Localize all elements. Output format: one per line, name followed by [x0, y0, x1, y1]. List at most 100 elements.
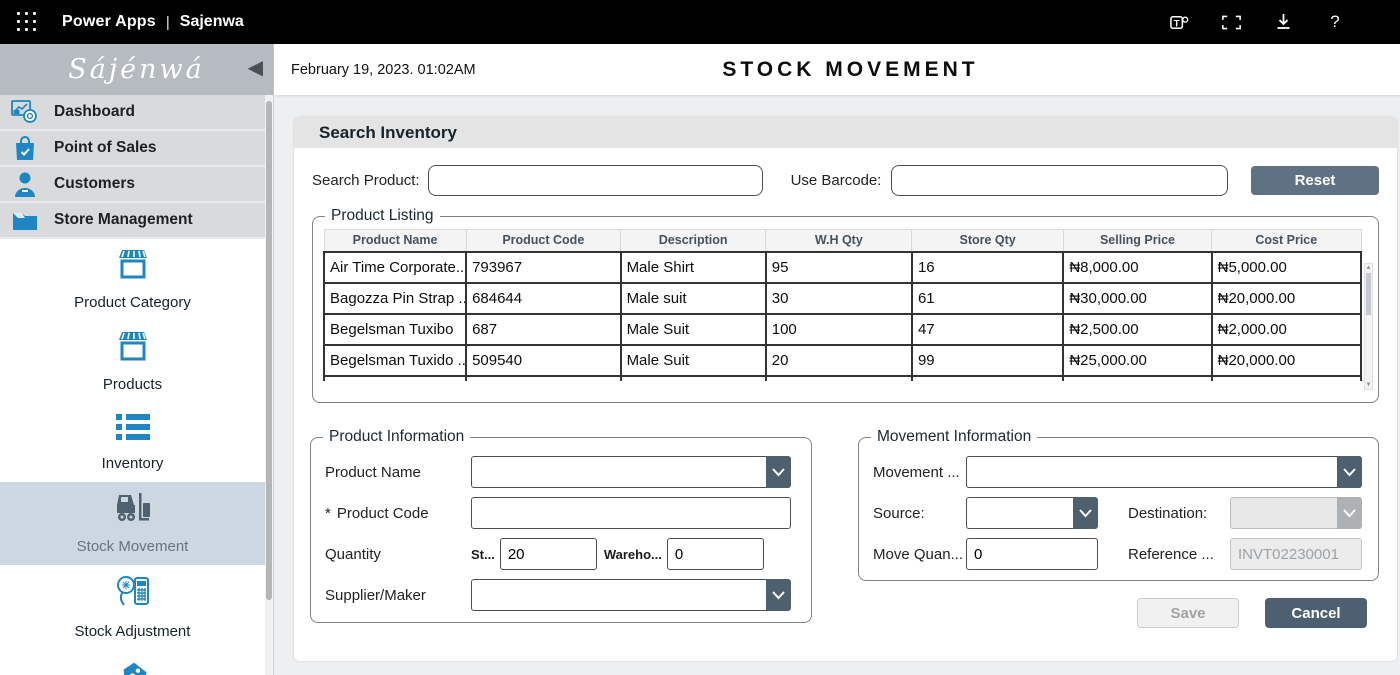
cell-cost-price[interactable]: ₦5,000.00	[1212, 252, 1361, 283]
sidebar-subitem-stock-movement[interactable]: Stock Movement	[0, 482, 265, 565]
cell-store-qty[interactable]: 99	[912, 345, 1063, 376]
cell-product-code[interactable]: 509540	[466, 345, 621, 376]
supplier-dropdown-input[interactable]	[471, 579, 766, 611]
sidebar-collapse-icon[interactable]: ◀	[248, 58, 263, 78]
barcode-input[interactable]	[891, 165, 1228, 196]
sidebar-subitem-product-price[interactable]: S Product Price	[0, 650, 265, 675]
cell-product-code[interactable]: 793967	[466, 252, 621, 283]
cell-description[interactable]: Male Suit	[621, 345, 766, 376]
chevron-down-icon[interactable]	[1073, 497, 1098, 529]
sidebar-item-dashboard[interactable]: Dashboard	[0, 95, 265, 131]
cell-product-name[interactable]: Begelsman Tuxibo	[324, 314, 466, 345]
help-icon[interactable]: ?	[1324, 11, 1346, 33]
page-title: STOCK MOVEMENT	[274, 58, 1400, 82]
app-logo: Sájénwá	[0, 54, 273, 85]
table-row[interactable]: Begelsman Tuxibo 687 Male Suit 100 47 ₦2…	[324, 314, 1361, 345]
table-scrollbar[interactable]: ▲ ▼	[1364, 263, 1373, 390]
column-header[interactable]: Product Name	[324, 230, 466, 252]
cell-wh-qty[interactable]: 100	[766, 314, 912, 345]
cell-product-name[interactable]: Bagozza Pin Strap ...	[324, 283, 466, 314]
cell-store-qty[interactable]: 47	[912, 314, 1063, 345]
sidebar-subitem-products[interactable]: Products	[0, 321, 265, 403]
download-icon[interactable]	[1272, 11, 1294, 33]
sidebar-subitem-label: Stock Adjustment	[75, 623, 191, 640]
cell-wh-qty[interactable]: 20	[766, 345, 912, 376]
required-marker: *	[325, 505, 331, 522]
teams-icon[interactable]: T	[1168, 11, 1190, 33]
cell-product-code[interactable]: 684644	[466, 283, 621, 314]
source-dropdown[interactable]	[966, 497, 1098, 529]
powerapps-brand: Power Apps	[62, 13, 156, 31]
source-dropdown-input[interactable]	[966, 497, 1073, 529]
quantity-label: Quantity	[325, 546, 471, 563]
cell-wh-qty[interactable]: 30	[766, 283, 912, 314]
column-header[interactable]: W.H Qty	[766, 230, 912, 252]
table-row[interactable]: Begelsman Tuxido ... 509540 Male Suit 20…	[324, 345, 1361, 376]
column-header[interactable]: Cost Price	[1212, 230, 1361, 252]
app-launcher-waffle-icon[interactable]	[10, 5, 44, 39]
cell-selling-price[interactable]: ₦8,000.00	[1063, 252, 1211, 283]
product-code-input[interactable]	[471, 497, 791, 529]
destination-dropdown	[1230, 497, 1362, 529]
cell-store-qty[interactable]: 16	[912, 252, 1063, 283]
sidebar-item-label: Customers	[54, 175, 135, 193]
product-listing-table: Product Name Product Code Description W.…	[323, 229, 1362, 381]
sidebar-scrollbar[interactable]	[265, 95, 273, 675]
column-header[interactable]: Selling Price	[1063, 230, 1211, 252]
sidebar-subitem-inventory[interactable]: Inventory	[0, 403, 265, 482]
sidebar-item-customers[interactable]: Customers	[0, 167, 265, 203]
sidebar-scrollbar-thumb[interactable]	[266, 101, 272, 600]
warehouse-qty-input[interactable]	[667, 538, 764, 570]
cell-description[interactable]: Male Suit	[621, 314, 766, 345]
cell-cost-price[interactable]: ₦2,000.00	[1212, 314, 1361, 345]
dashboard-icon	[10, 98, 40, 126]
sidebar-subitem-label: Inventory	[102, 455, 164, 472]
chevron-down-icon[interactable]	[766, 579, 791, 611]
save-button[interactable]: Save	[1137, 598, 1239, 628]
cell-cost-price[interactable]: ₦20,000.00	[1212, 283, 1361, 314]
sidebar-item-label: Point of Sales	[54, 139, 157, 157]
supplier-dropdown[interactable]	[471, 579, 791, 611]
product-name-dropdown[interactable]	[471, 456, 791, 488]
list-icon	[115, 412, 151, 447]
cell-description[interactable]: Male Shirt	[621, 252, 766, 283]
cell-description[interactable]: Male suit	[621, 283, 766, 314]
chevron-down-icon[interactable]	[1337, 456, 1362, 488]
cell-product-name[interactable]: Air Time Corporate...	[324, 252, 466, 283]
store-qty-input[interactable]	[500, 538, 597, 570]
sidebar-subitem-label: Products	[103, 376, 162, 393]
cell-cost-price[interactable]: ₦20,000.00	[1212, 345, 1361, 376]
reset-button[interactable]: Reset	[1251, 166, 1379, 195]
fit-to-window-icon[interactable]	[1220, 11, 1242, 33]
cell-product-name[interactable]: Begelsman Tuxido ...	[324, 345, 466, 376]
move-quantity-input[interactable]	[966, 538, 1098, 570]
search-product-label: Search Product:	[312, 172, 420, 189]
table-scrollbar-thumb[interactable]	[1366, 273, 1371, 315]
table-row[interactable]: Air Time Corporate... 793967 Male Shirt …	[324, 252, 1361, 283]
table-row[interactable]: Bagozza Pin Strap ... 684644 Male suit 3…	[324, 283, 1361, 314]
column-header[interactable]: Store Qty	[912, 230, 1063, 252]
scroll-up-icon[interactable]: ▲	[1365, 264, 1372, 272]
cell-selling-price[interactable]: ₦30,000.00	[1063, 283, 1211, 314]
sidebar-subitem-product-category[interactable]: Product Category	[0, 239, 265, 321]
cell-store-qty[interactable]: 61	[912, 283, 1063, 314]
cell-selling-price[interactable]: ₦2,500.00	[1063, 314, 1211, 345]
movement-type-dropdown-input[interactable]	[966, 456, 1337, 488]
movement-type-dropdown[interactable]	[966, 456, 1362, 488]
chevron-down-icon[interactable]	[766, 456, 791, 488]
product-listing-legend: Product Listing	[325, 207, 440, 225]
cancel-button[interactable]: Cancel	[1265, 598, 1367, 628]
cell-selling-price[interactable]: ₦25,000.00	[1063, 345, 1211, 376]
search-product-input[interactable]	[428, 165, 763, 196]
sidebar-item-point-of-sales[interactable]: Point of Sales	[0, 131, 265, 167]
forklift-icon	[113, 491, 153, 530]
product-name-dropdown-input[interactable]	[471, 456, 766, 488]
column-header[interactable]: Product Code	[466, 230, 621, 252]
column-header[interactable]: Description	[621, 230, 766, 252]
panel-header-band: Search Inventory	[294, 117, 1397, 148]
sidebar-item-store-management[interactable]: Store Management	[0, 203, 265, 239]
sidebar-subitem-stock-adjustment[interactable]: Stock Adjustment	[0, 565, 265, 650]
cell-product-code[interactable]: 687	[466, 314, 621, 345]
cell-wh-qty[interactable]: 95	[766, 252, 912, 283]
scroll-down-icon[interactable]: ▼	[1365, 381, 1372, 389]
